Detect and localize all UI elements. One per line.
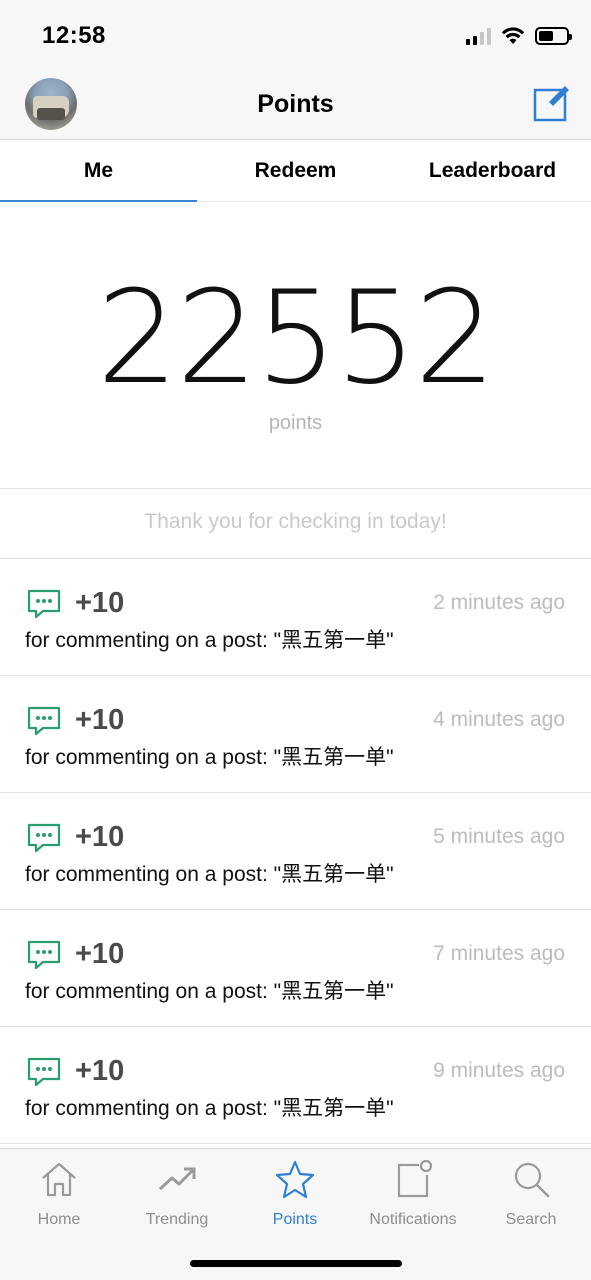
wifi-icon <box>501 27 525 44</box>
signal-icon <box>466 27 491 45</box>
points-label: points <box>268 412 323 434</box>
tabbar-item-notifications[interactable]: Notifications <box>354 1159 472 1229</box>
search-icon <box>514 1162 550 1198</box>
tabbar-label: Home <box>37 1211 81 1228</box>
comment-icon <box>27 940 61 970</box>
tab-redeem[interactable]: Redeem <box>197 140 394 201</box>
activity-time: 4 minutes ago <box>433 708 565 731</box>
activity-time: 7 minutes ago <box>433 942 565 965</box>
tab-me[interactable]: Me <box>0 140 197 202</box>
tabbar-item-home[interactable]: Home <box>0 1159 118 1229</box>
list-item[interactable]: +10 9 minutes ago for commenting on a po… <box>0 1027 591 1144</box>
segmented-tabs: Me Redeem Leaderboard <box>0 140 591 202</box>
comment-icon <box>27 706 61 736</box>
activity-points: +10 <box>75 938 125 970</box>
activity-description: for commenting on a post: "黑五第一单" <box>25 629 394 652</box>
status-time: 12:58 <box>42 22 106 49</box>
comment-icon <box>27 1057 61 1087</box>
tabbar-label: Points <box>272 1211 318 1228</box>
home-indicator <box>190 1260 402 1267</box>
notifications-icon <box>397 1159 433 1198</box>
activity-description: for commenting on a post: "黑五第一单" <box>25 980 394 1003</box>
status-icons <box>466 24 572 48</box>
activity-time: 9 minutes ago <box>433 1059 565 1082</box>
activity-list: +10 2 minutes ago for commenting on a po… <box>0 559 591 1144</box>
tabbar-label: Trending <box>145 1211 209 1228</box>
tabbar-label: Notifications <box>369 1211 457 1228</box>
activity-description: for commenting on a post: "黑五第一单" <box>25 863 394 886</box>
page-title: Points <box>257 90 334 118</box>
status-bar: 12:58 <box>0 0 591 70</box>
comment-icon <box>27 823 61 853</box>
trending-icon <box>158 1167 196 1191</box>
nav-bar: Points <box>0 70 591 140</box>
list-item[interactable]: +10 5 minutes ago for commenting on a po… <box>0 793 591 910</box>
comment-icon <box>27 589 61 619</box>
tabbar-item-search[interactable]: Search <box>472 1159 590 1229</box>
compose-icon[interactable] <box>533 84 571 122</box>
tab-leaderboard[interactable]: Leaderboard <box>394 140 591 201</box>
list-item[interactable]: +10 7 minutes ago for commenting on a po… <box>0 910 591 1027</box>
tabbar-item-trending[interactable]: Trending <box>118 1159 236 1229</box>
home-icon <box>42 1162 76 1197</box>
activity-description: for commenting on a post: "黑五第一单" <box>25 1097 394 1120</box>
activity-points: +10 <box>75 704 125 736</box>
list-item[interactable]: +10 4 minutes ago for commenting on a po… <box>0 676 591 793</box>
activity-points: +10 <box>75 587 125 619</box>
checkin-message: Thank you for checking in today! <box>144 510 447 533</box>
activity-description: for commenting on a post: "黑五第一单" <box>25 746 394 769</box>
battery-icon <box>535 27 572 45</box>
activity-time: 5 minutes ago <box>433 825 565 848</box>
activity-points: +10 <box>75 1055 125 1087</box>
star-icon <box>275 1160 315 1199</box>
activity-time: 2 minutes ago <box>433 591 565 614</box>
list-item[interactable]: +10 2 minutes ago for commenting on a po… <box>0 559 591 676</box>
tabbar-label: Search <box>505 1211 557 1228</box>
tabbar-item-points[interactable]: Points <box>236 1159 354 1229</box>
divider <box>0 488 591 489</box>
activity-points: +10 <box>75 821 125 853</box>
points-total: 22552 <box>96 264 496 413</box>
